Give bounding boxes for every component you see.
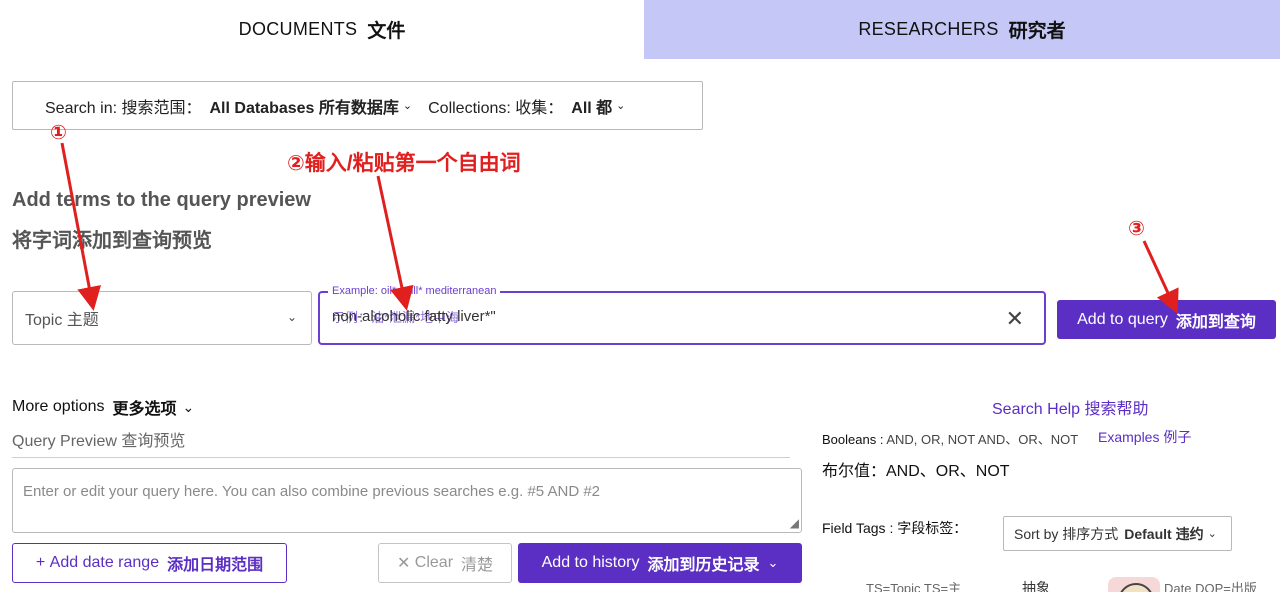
more-options-label: More options	[12, 398, 105, 415]
search-term-value: non-alcoholic fatty liver*"	[332, 308, 496, 325]
field-select[interactable]: Topic 主题 ⌄	[12, 291, 312, 345]
annotation-arrow-3	[1142, 240, 1179, 315]
add-to-history-button[interactable]: Add to history 添加到历史记录 ⌄	[518, 543, 802, 583]
field-tag-topic: TS=Topic TS=主	[866, 581, 962, 592]
close-icon: ✕	[396, 555, 415, 572]
search-in-label: Search in: 搜索范围：	[45, 99, 202, 117]
booleans-info: Booleans : AND, OR, NOT AND、OR、NOT	[822, 429, 1078, 448]
database-selector[interactable]: All Databases 所有数据库	[210, 94, 399, 118]
examples-link[interactable]: Examples 例子	[1098, 427, 1191, 447]
clear-button[interactable]: ✕ Clear 清楚	[378, 543, 512, 583]
tab-documents[interactable]: DOCUMENTS 文件	[0, 0, 644, 59]
annotation-step-3: ③	[1128, 218, 1145, 240]
collections-selector[interactable]: All 都	[571, 94, 612, 118]
clear-label-zh: 清楚	[461, 557, 494, 574]
chevron-down-icon[interactable]: ⌄	[403, 99, 412, 112]
section-heading-zh: 将字词添加到查询预览	[12, 230, 212, 252]
tab-documents-label-zh: 文件	[367, 21, 406, 42]
add-to-query-button[interactable]: Add to query 添加到查询	[1057, 300, 1276, 339]
field-tag-abstract: 抽象	[1022, 580, 1050, 592]
more-options-toggle[interactable]: More options 更多选项 ⌄	[12, 395, 194, 419]
add-to-query-label-zh: 添加到查询	[1175, 313, 1256, 331]
booleans-operators: AND, OR, NOT AND、OR、NOT	[886, 432, 1079, 447]
avatar	[1108, 577, 1160, 592]
chevron-down-icon: ⌄	[286, 310, 297, 324]
input-example-label: Example: oil* spill* mediterranean	[328, 285, 501, 297]
add-to-history-label: Add to history	[541, 554, 640, 571]
search-scope-bar: Search in: 搜索范围： All Databases 所有数据库 ⌄ C…	[12, 81, 703, 130]
more-options-label-zh: 更多选项	[112, 401, 177, 418]
tab-researchers-label-zh: 研究者	[1008, 21, 1066, 42]
add-to-history-label-zh: 添加到历史记录	[647, 557, 760, 574]
sort-select[interactable]: Sort by 排序方式 Default 违约 ⌄	[1003, 516, 1232, 551]
query-preview-label: Query Preview 查询预览	[12, 433, 186, 450]
divider	[12, 457, 790, 458]
chevron-down-icon[interactable]: ⌄	[616, 99, 625, 112]
search-term-input[interactable]: Example: oil* spill* mediterranean 示例：油*…	[318, 285, 1046, 345]
field-select-value: Topic 主题	[25, 312, 99, 329]
section-heading: Add terms to the query preview	[12, 189, 311, 211]
tab-researchers[interactable]: RESEARCHERS 研究者	[644, 0, 1280, 59]
sort-label: Sort by 排序方式	[1014, 525, 1119, 542]
add-to-query-label: Add to query	[1077, 310, 1168, 328]
tab-researchers-label: RESEARCHERS	[858, 19, 999, 39]
query-preview-textarea[interactable]: Enter or edit your query here. You can a…	[12, 468, 802, 533]
booleans-label: Booleans :	[822, 432, 887, 447]
chevron-down-icon: ⌄	[1207, 528, 1217, 540]
search-help-link[interactable]: Search Help 搜索帮助	[992, 395, 1149, 419]
tab-documents-label: DOCUMENTS	[238, 19, 358, 39]
annotation-arrow-2	[376, 175, 414, 311]
chevron-down-icon[interactable]: ⌄	[767, 555, 778, 571]
sort-value: Default 违约	[1124, 525, 1204, 542]
add-date-range-label-zh: 添加日期范围	[167, 557, 264, 574]
booleans-info-zh: 布尔值：AND、OR、NOT	[822, 463, 1010, 480]
plus-icon: +	[35, 554, 50, 571]
close-icon[interactable]: ✕	[1006, 306, 1024, 332]
add-date-range-label: Add date range	[49, 554, 160, 571]
add-date-range-button[interactable]: + Add date range 添加日期范围	[12, 543, 287, 583]
query-preview-placeholder: Enter or edit your query here. You can a…	[23, 483, 601, 500]
collections-label: Collections: 收集：	[428, 99, 564, 117]
annotation-step-2: ②输入/粘贴第一个自由词	[287, 152, 521, 175]
resize-handle-icon[interactable]: ◢	[790, 516, 799, 530]
field-tags-label: Field Tags : 字段标签：	[822, 520, 968, 536]
chevron-down-icon: ⌄	[182, 398, 195, 415]
field-tag-date: Date DOP=出版	[1164, 581, 1257, 592]
annotation-step-1: ①	[50, 122, 67, 144]
clear-label: Clear	[414, 554, 454, 571]
annotation-arrow-1	[60, 142, 102, 311]
